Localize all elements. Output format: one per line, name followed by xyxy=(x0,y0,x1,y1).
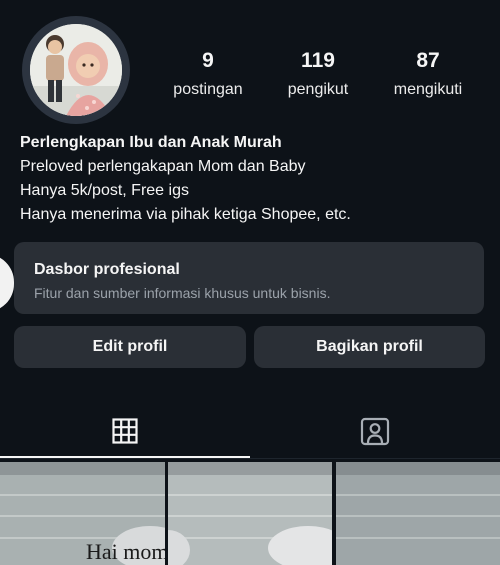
dashboard-title: Dasbor profesional xyxy=(34,261,180,278)
stat-followers-count: 119 xyxy=(301,49,335,72)
grid-separator xyxy=(332,462,335,565)
tab-posts-grid[interactable] xyxy=(0,406,250,456)
share-profile-button[interactable]: Bagikan profil xyxy=(254,326,485,368)
avatar-photo xyxy=(30,24,122,116)
grid-icon xyxy=(112,418,138,444)
stat-posts-count: 9 xyxy=(202,49,214,72)
post-caption: Hai moms mau xyxy=(86,539,165,564)
post-thumbnail[interactable]: Hai moms mau xyxy=(0,462,165,565)
stat-posts[interactable]: 9 postingan xyxy=(158,48,258,101)
professional-dashboard-card[interactable]: Dasbor profesional Fitur dan sumber info… xyxy=(14,242,484,314)
side-drawer-handle[interactable]: › xyxy=(0,254,14,312)
profile-bio: Perlengkapan Ibu dan Anak Murah Preloved… xyxy=(20,131,351,227)
post-image xyxy=(168,462,332,565)
bio-line: Hanya menerima via pihak ketiga Shopee, … xyxy=(20,206,351,223)
grid-separator xyxy=(165,462,168,565)
tab-tagged[interactable] xyxy=(250,406,500,456)
tagged-person-icon xyxy=(360,417,390,446)
edit-profile-button[interactable]: Edit profil xyxy=(14,326,246,368)
posts-grid: Hai moms mau xyxy=(0,462,500,565)
stat-following[interactable]: 87 mengikuti xyxy=(378,48,478,101)
stat-posts-label: postingan xyxy=(173,81,243,98)
profile-avatar[interactable] xyxy=(30,24,122,116)
bio-line: Preloved perlengakapan Mom dan Baby xyxy=(20,158,306,175)
stat-followers-label: pengikut xyxy=(287,81,349,98)
post-thumbnail[interactable] xyxy=(336,462,500,565)
stat-following-count: 87 xyxy=(416,49,440,72)
dashboard-subtitle: Fitur dan sumber informasi khusus untuk … xyxy=(34,285,331,301)
profile-stats: 9 postingan 119 pengikut 87 mengikuti xyxy=(158,48,478,101)
active-tab-indicator xyxy=(0,456,250,458)
tabs-divider xyxy=(0,458,500,459)
profile-name: Perlengkapan Ibu dan Anak Murah xyxy=(20,134,282,151)
profile-avatar-ring[interactable] xyxy=(22,16,130,124)
bio-line: Hanya 5k/post, Free igs xyxy=(20,182,189,199)
post-image xyxy=(336,462,500,565)
post-thumbnail[interactable] xyxy=(168,462,332,565)
stat-followers[interactable]: 119 pengikut xyxy=(268,48,368,101)
stat-following-label: mengikuti xyxy=(393,81,463,98)
